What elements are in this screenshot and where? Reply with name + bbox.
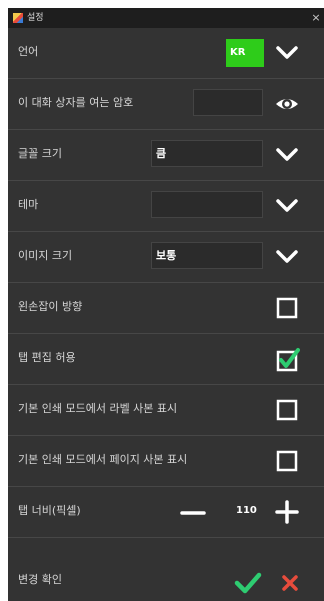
chevron-down-icon[interactable] (274, 193, 300, 219)
setting-label: 탭 너비(픽셀) (18, 504, 81, 517)
chevron-down-icon[interactable] (274, 244, 300, 270)
setting-label: 기본 인쇄 모드에서 라벨 사본 표시 (18, 402, 178, 415)
font-size-select[interactable]: 큼 (151, 140, 263, 167)
allow-tab-edit-checkbox[interactable] (274, 346, 300, 372)
image-size-select[interactable]: 보통 (151, 242, 263, 269)
setting-row-allow-tab-edit: 탭 편집 허용 (8, 334, 324, 385)
theme-select[interactable] (151, 191, 263, 218)
setting-label: 왼손잡이 방향 (18, 300, 83, 313)
setting-row-image-size: 이미지 크기 보통 (8, 232, 324, 283)
close-icon[interactable]: × (310, 11, 322, 25)
setting-row-theme: 테마 (8, 181, 324, 232)
setting-row-tab-width: 탭 너비(픽셀) 110 (8, 487, 324, 538)
language-value[interactable]: KR (226, 39, 264, 67)
confirm-changes-label: 변경 확인 (18, 573, 62, 586)
page-copies-checkbox[interactable] (274, 448, 300, 474)
password-input[interactable] (193, 89, 263, 116)
setting-label: 언어 (18, 45, 39, 58)
confirm-check-icon[interactable] (234, 570, 262, 596)
setting-label: 이 대화 상자를 여는 암호 (18, 96, 134, 109)
setting-label: 이미지 크기 (18, 249, 73, 262)
minus-icon[interactable] (178, 499, 208, 525)
eye-icon[interactable] (274, 91, 300, 117)
tab-width-value: 110 (236, 505, 257, 516)
setting-row-password: 이 대화 상자를 여는 암호 (8, 79, 324, 130)
setting-row-language: 언어 KR (8, 28, 324, 79)
cancel-x-icon[interactable] (280, 573, 300, 593)
setting-row-font-size: 글꼴 크기 큼 (8, 130, 324, 181)
setting-label: 탭 편집 허용 (18, 351, 76, 364)
setting-label: 테마 (18, 198, 39, 211)
setting-row-left-handed: 왼손잡이 방향 (8, 283, 324, 334)
left-handed-checkbox[interactable] (274, 295, 300, 321)
app-icon (13, 13, 23, 23)
title-bar: 설정 × (8, 8, 324, 28)
window-title: 설정 (27, 13, 44, 23)
chevron-down-icon[interactable] (274, 142, 300, 168)
plus-icon[interactable] (274, 499, 300, 525)
setting-row-page-copies: 기본 인쇄 모드에서 페이지 사본 표시 (8, 436, 324, 487)
label-copies-checkbox[interactable] (274, 397, 300, 423)
chevron-down-icon[interactable] (274, 40, 300, 66)
setting-label: 글꼴 크기 (18, 147, 62, 160)
setting-row-label-copies: 기본 인쇄 모드에서 라벨 사본 표시 (8, 385, 324, 436)
settings-dialog: 설정 × 언어 KR 이 대화 상자를 여는 암호 글꼴 크기 큼 테마 이미지… (8, 8, 324, 601)
setting-label: 기본 인쇄 모드에서 페이지 사본 표시 (18, 453, 188, 466)
